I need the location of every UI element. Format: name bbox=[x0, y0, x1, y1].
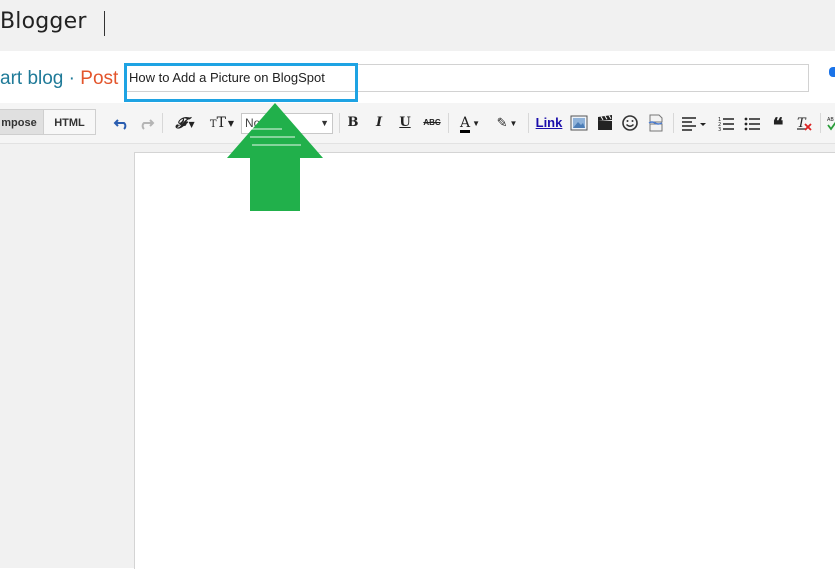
highlight-color-button[interactable]: ✎ ▼ bbox=[492, 114, 522, 132]
breadcrumb-blog-link[interactable]: art blog bbox=[0, 68, 63, 89]
align-icon[interactable] bbox=[680, 114, 710, 132]
editor-top-gutter bbox=[134, 144, 835, 152]
toolbar-divider bbox=[820, 113, 821, 133]
underline-button[interactable]: U bbox=[397, 114, 413, 132]
numbered-list-icon[interactable]: 123 bbox=[717, 114, 735, 132]
spell-check-icon[interactable]: AB bbox=[827, 114, 835, 132]
paragraph-format-select[interactable]: Normal ▼ bbox=[241, 113, 333, 134]
jump-break-icon[interactable] bbox=[647, 114, 665, 132]
bullet-list-icon[interactable] bbox=[743, 114, 761, 132]
svg-text:3: 3 bbox=[718, 127, 721, 132]
insert-image-icon[interactable] bbox=[570, 114, 588, 132]
top-bar: Blogger bbox=[0, 0, 835, 51]
text-color-button[interactable]: A ▼ bbox=[455, 114, 485, 133]
quote-icon[interactable]: ❝ bbox=[769, 114, 787, 136]
link-button[interactable]: Link bbox=[535, 114, 563, 132]
toolbar-divider bbox=[528, 113, 529, 133]
post-title-input[interactable] bbox=[129, 67, 789, 87]
toolbar-divider bbox=[673, 113, 674, 133]
svg-text:AB: AB bbox=[827, 117, 834, 123]
brand-divider bbox=[104, 11, 105, 36]
italic-button[interactable]: I bbox=[371, 114, 387, 132]
breadcrumb-current: Post bbox=[80, 68, 119, 89]
text-color-icon: A bbox=[459, 115, 471, 133]
post-body-editor[interactable] bbox=[134, 152, 835, 569]
redo-icon[interactable] bbox=[137, 114, 155, 132]
highlighter-icon: ✎ bbox=[496, 115, 508, 130]
editor-toolbar: mpose HTML 𝓕 ▼ TT ▼ Normal ▼ B I U ABC A ▼ … bbox=[0, 103, 835, 144]
toolbar-divider bbox=[162, 113, 163, 133]
html-mode-button[interactable]: HTML bbox=[43, 109, 96, 135]
insert-video-icon[interactable] bbox=[596, 114, 614, 132]
remove-formatting-icon[interactable]: T bbox=[795, 114, 813, 132]
chevron-down-icon: ▼ bbox=[320, 118, 329, 128]
breadcrumb: art blog · Post bbox=[0, 68, 118, 90]
publish-indicator-icon[interactable] bbox=[829, 67, 835, 77]
font-size-icon[interactable]: TT ▼ bbox=[206, 114, 238, 132]
bold-button[interactable]: B bbox=[345, 114, 361, 132]
font-family-icon[interactable]: 𝓕 ▼ bbox=[169, 114, 201, 132]
post-title-field[interactable] bbox=[125, 64, 809, 92]
editor-side-gutter bbox=[0, 144, 134, 568]
compose-mode-button[interactable]: mpose bbox=[0, 109, 44, 135]
emoji-icon[interactable] bbox=[621, 114, 639, 132]
toolbar-divider bbox=[339, 113, 340, 133]
paragraph-format-value: Normal bbox=[245, 116, 284, 130]
strikethrough-button[interactable]: ABC bbox=[421, 114, 443, 132]
brand-logo[interactable]: Blogger bbox=[0, 9, 87, 34]
post-title-row: art blog · Post bbox=[0, 51, 835, 103]
toolbar-divider bbox=[448, 113, 449, 133]
breadcrumb-separator: · bbox=[68, 68, 75, 89]
undo-icon[interactable] bbox=[113, 114, 131, 132]
